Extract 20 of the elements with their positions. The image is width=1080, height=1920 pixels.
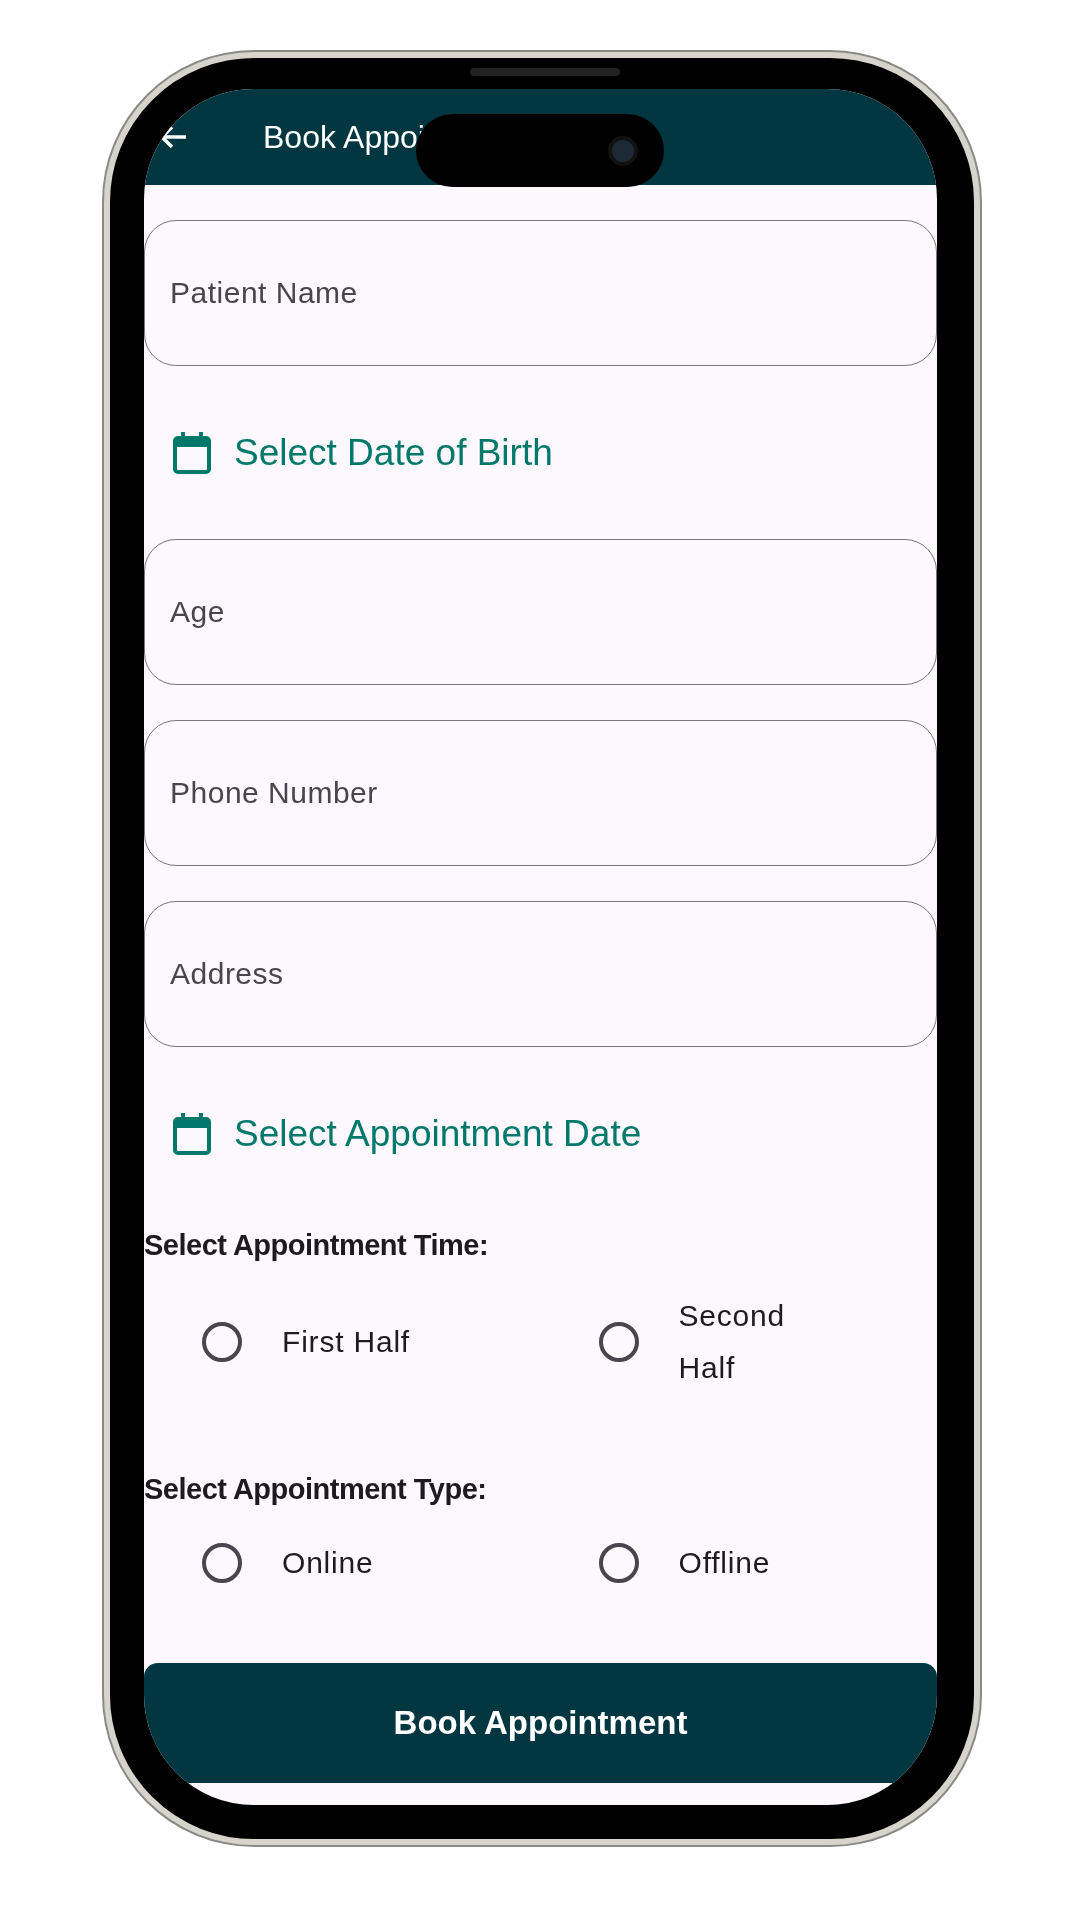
book-appointment-button[interactable]: Book Appointment xyxy=(144,1663,937,1783)
section-label: Select Appointment Type: xyxy=(144,1471,488,1507)
section-label: Select Appointment Time: xyxy=(144,1228,490,1263)
radio-button[interactable] xyxy=(598,1543,639,1583)
radio-option[interactable]: Second Half xyxy=(540,1289,937,1394)
radio-button[interactable] xyxy=(202,1321,242,1362)
radio-option[interactable]: First Half xyxy=(144,1289,541,1394)
radio-button[interactable] xyxy=(598,1321,639,1362)
text-field[interactable]: Phone Number xyxy=(144,720,937,866)
text-field[interactable]: Patient Name xyxy=(144,220,937,366)
camera-lens-icon xyxy=(608,135,638,166)
radio-option[interactable]: Offline xyxy=(540,1533,937,1593)
text-field[interactable]: Address xyxy=(144,901,937,1047)
text-field[interactable]: Age xyxy=(144,539,937,685)
radio-option[interactable]: Online xyxy=(144,1533,541,1593)
date-picker-button[interactable]: Select Date of Birth xyxy=(144,395,937,510)
calendar-icon xyxy=(172,430,212,475)
date-picker-button[interactable]: Select Appointment Date xyxy=(144,1076,937,1191)
calendar-icon xyxy=(172,1111,212,1156)
radio-button[interactable] xyxy=(202,1543,242,1583)
